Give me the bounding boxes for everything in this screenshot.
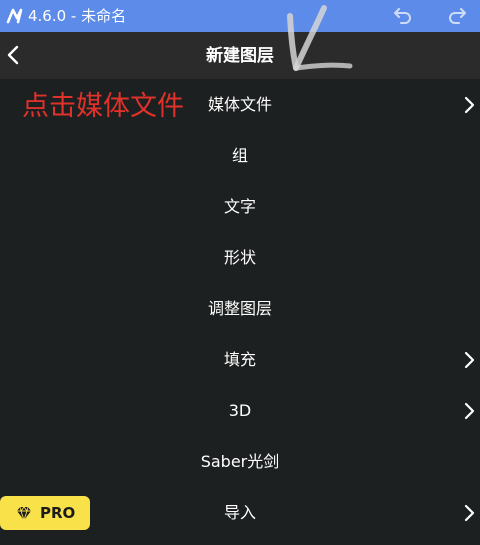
- menu-item-saber[interactable]: Saber光剑: [0, 436, 480, 487]
- pro-button[interactable]: PRO: [0, 496, 90, 530]
- menu-item-group[interactable]: 组: [0, 130, 480, 181]
- chevron-right-icon: [464, 504, 475, 522]
- menu-item-label: 形状: [223, 248, 256, 267]
- undo-icon[interactable]: [390, 6, 414, 26]
- menu-item-label: 文字: [223, 197, 256, 216]
- chevron-right-icon: [464, 96, 475, 114]
- new-layer-menu: 媒体文件 组 文字 形状 调整图层 填充 3D Saber光剑 导入: [0, 79, 480, 538]
- menu-item-label: Saber光剑: [200, 452, 280, 471]
- chevron-right-icon: [464, 402, 475, 420]
- menu-item-3d[interactable]: 3D: [0, 385, 480, 436]
- menu-item-adjustment-layer[interactable]: 调整图层: [0, 283, 480, 334]
- menu-item-fill[interactable]: 填充: [0, 334, 480, 385]
- menu-item-shape[interactable]: 形状: [0, 232, 480, 283]
- diamond-icon: [17, 506, 31, 521]
- pro-label: PRO: [40, 504, 76, 522]
- menu-item-text[interactable]: 文字: [0, 181, 480, 232]
- app-title: 4.6.0 - 未命名: [28, 7, 127, 25]
- title-bar: 4.6.0 - 未命名: [0, 0, 480, 32]
- menu-item-label: 填充: [223, 350, 256, 369]
- app-logo-icon: [6, 8, 23, 24]
- page-title: 新建图层: [206, 46, 274, 66]
- redo-icon[interactable]: [446, 6, 470, 26]
- annotation-text: 点击媒体文件: [22, 91, 184, 122]
- header-bar: 新建图层: [0, 32, 480, 79]
- hand-drawn-arrow-icon: [287, 5, 353, 71]
- menu-item-label: 3D: [228, 401, 252, 420]
- menu-item-label: 组: [231, 146, 248, 165]
- chevron-right-icon: [464, 351, 475, 369]
- menu-item-label: 调整图层: [207, 299, 272, 318]
